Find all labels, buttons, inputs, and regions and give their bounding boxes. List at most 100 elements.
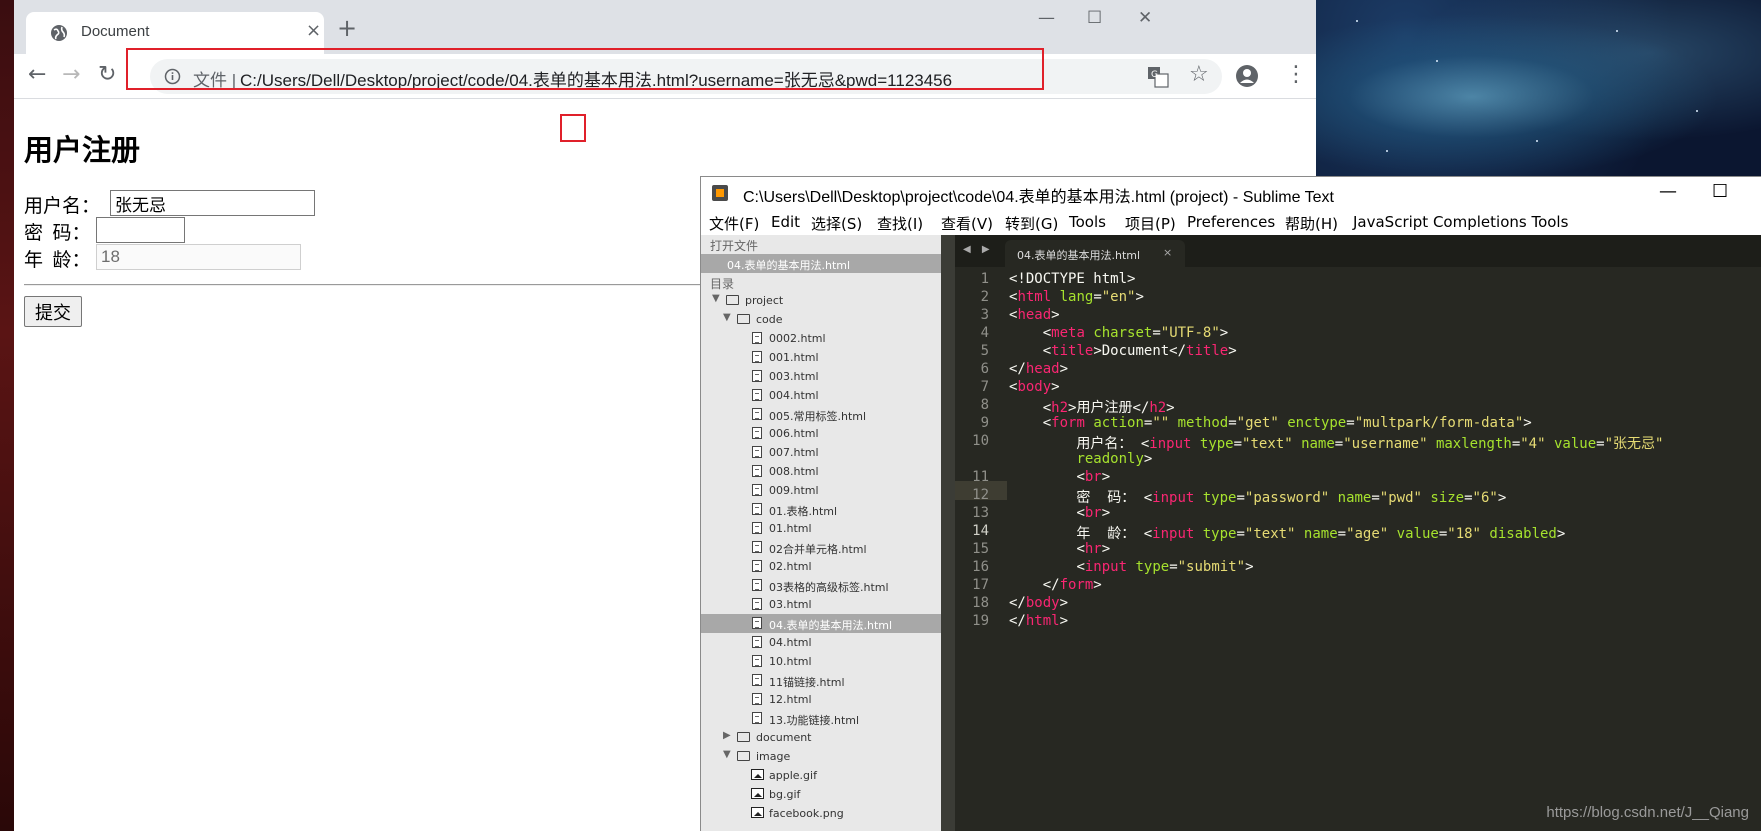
file-item-selected[interactable]: 04.表单的基本用法.html — [701, 614, 941, 633]
code-line: <html lang="en"> — [1009, 289, 1144, 305]
translate-icon[interactable]: G — [1147, 66, 1169, 88]
file-item[interactable]: 007.html — [701, 443, 941, 462]
image-file-item[interactable]: apple.gif — [701, 766, 941, 785]
folder-document[interactable]: ▶ document — [701, 728, 941, 747]
image-file-icon — [751, 788, 764, 799]
line-number: 7 — [980, 379, 989, 395]
age-input — [96, 244, 301, 270]
sidebar-splitter[interactable] — [941, 235, 955, 831]
menu-selection[interactable]: 选择(S) — [811, 213, 862, 234]
file-item[interactable]: 02合并单元格.html — [701, 538, 941, 557]
menu-tools[interactable]: Tools — [1069, 213, 1106, 231]
file-item[interactable]: 001.html — [701, 348, 941, 367]
code-line: <meta charset="UTF-8"> — [1042, 325, 1229, 341]
open-file-item[interactable]: 04.表单的基本用法.html — [701, 254, 941, 273]
file-icon — [752, 693, 762, 705]
line-number: 13 — [972, 505, 989, 521]
file-item[interactable]: 003.html — [701, 367, 941, 386]
menu-preferences[interactable]: Preferences — [1187, 213, 1275, 231]
folders-header: 目录 — [710, 277, 735, 291]
menu-dots-icon[interactable]: ⋮ — [1285, 62, 1307, 87]
folder-label: code — [756, 313, 783, 326]
file-icon — [752, 446, 762, 458]
star — [1436, 60, 1438, 62]
tab-close-icon[interactable]: × — [306, 20, 321, 41]
file-item[interactable]: 11锚链接.html — [701, 671, 941, 690]
editor-tab-bar: ◀ ▶ 04.表单的基本用法.html × — [955, 235, 1761, 267]
file-label: 004.html — [769, 389, 819, 402]
svg-text:G: G — [1151, 70, 1158, 80]
code-line: <h2>用户注册</h2> — [1042, 400, 1175, 416]
account-icon[interactable] — [1235, 64, 1259, 88]
menu-file[interactable]: 文件(F) — [709, 213, 759, 234]
menu-help[interactable]: 帮助(H) — [1285, 213, 1338, 234]
file-item[interactable]: 10.html — [701, 652, 941, 671]
image-file-item[interactable]: facebook.png — [701, 804, 941, 823]
file-item[interactable]: 009.html — [701, 481, 941, 500]
image-file-icon — [751, 807, 764, 818]
file-item[interactable]: 005.常用标签.html — [701, 405, 941, 424]
minimize-icon[interactable]: — — [1038, 8, 1055, 28]
username-input[interactable] — [110, 190, 315, 216]
editor-tab[interactable]: 04.表单的基本用法.html × — [1005, 240, 1185, 267]
folder-code[interactable]: ▼ code — [701, 310, 941, 329]
file-item[interactable]: 12.html — [701, 690, 941, 709]
tab-strip: Document × + — ☐ ✕ — [14, 0, 1316, 54]
code-line: <head> — [1009, 307, 1060, 323]
password-input[interactable] — [96, 217, 185, 243]
page-title: 用户注册 — [24, 135, 141, 167]
file-icon — [752, 674, 762, 686]
password-label: 密 码： — [24, 223, 91, 244]
menu-project[interactable]: 项目(P) — [1125, 213, 1176, 234]
file-item[interactable]: 01.html — [701, 519, 941, 538]
code-line: </form> — [1042, 577, 1102, 593]
line-number: 16 — [972, 559, 989, 575]
forward-icon[interactable]: → — [62, 62, 80, 87]
submit-button[interactable]: 提交 — [24, 296, 82, 327]
menu-edit[interactable]: Edit — [771, 213, 800, 231]
bookmark-star-icon[interactable]: ☆ — [1189, 62, 1209, 87]
star — [1616, 30, 1618, 32]
close-window-icon[interactable]: ✕ — [1138, 8, 1152, 28]
code-line: <hr> — [1076, 541, 1111, 557]
file-item[interactable]: 03表格的高级标签.html — [701, 576, 941, 595]
menu-js-completions[interactable]: JavaScript Completions Tools — [1353, 213, 1568, 231]
file-icon — [752, 617, 762, 629]
file-item[interactable]: 01.表格.html — [701, 500, 941, 519]
file-item[interactable]: 04.html — [701, 633, 941, 652]
line-number: 6 — [980, 361, 989, 377]
file-item[interactable]: 13.功能链接.html — [701, 709, 941, 728]
code-editor[interactable]: 1 2 3 4 5 6 7 8 9 10 11 12 13 14 15 16 17 18 19 <!DOCTYPE … — [955, 267, 1761, 831]
file-item[interactable]: 006.html — [701, 424, 941, 443]
star — [1696, 110, 1698, 112]
folder-project[interactable]: ▼ project — [701, 291, 941, 310]
star — [1386, 150, 1388, 152]
menu-goto[interactable]: 转到(G) — [1005, 213, 1058, 234]
back-icon[interactable]: ← — [28, 62, 46, 87]
file-item[interactable]: 02.html — [701, 557, 941, 576]
reload-icon[interactable]: ↻ — [98, 62, 116, 87]
file-item[interactable]: 004.html — [701, 386, 941, 405]
menu-view[interactable]: 查看(V) — [941, 213, 993, 234]
file-item[interactable]: 03.html — [701, 595, 941, 614]
code-line: 年 龄： <input type="text" name="age" value… — [1009, 526, 1566, 542]
new-tab-icon[interactable]: + — [337, 14, 357, 42]
file-item[interactable]: 008.html — [701, 462, 941, 481]
maximize-icon[interactable]: ☐ — [1087, 8, 1102, 28]
tab-nav-arrows-icon[interactable]: ◀ ▶ — [963, 244, 994, 255]
folder-image[interactable]: ▼ image — [701, 747, 941, 766]
sublime-maximize-icon[interactable]: ☐ — [1712, 181, 1728, 202]
file-item[interactable]: 0002.html — [701, 329, 941, 348]
file-label: 04.html — [769, 636, 812, 649]
image-file-item[interactable]: bg.gif — [701, 785, 941, 804]
line-number: 11 — [972, 469, 989, 485]
file-icon — [752, 522, 762, 534]
menu-find[interactable]: 查找(I) — [877, 213, 923, 234]
editor-tab-close-icon[interactable]: × — [1163, 246, 1172, 259]
sublime-minimize-icon[interactable]: — — [1659, 181, 1677, 202]
file-label: 006.html — [769, 427, 819, 440]
tab-title: Document — [81, 23, 150, 40]
sublime-title: C:\Users\Dell\Desktop\project\code\04.表单… — [743, 189, 1334, 206]
file-icon — [752, 560, 762, 572]
line-number: 14 — [972, 523, 989, 539]
